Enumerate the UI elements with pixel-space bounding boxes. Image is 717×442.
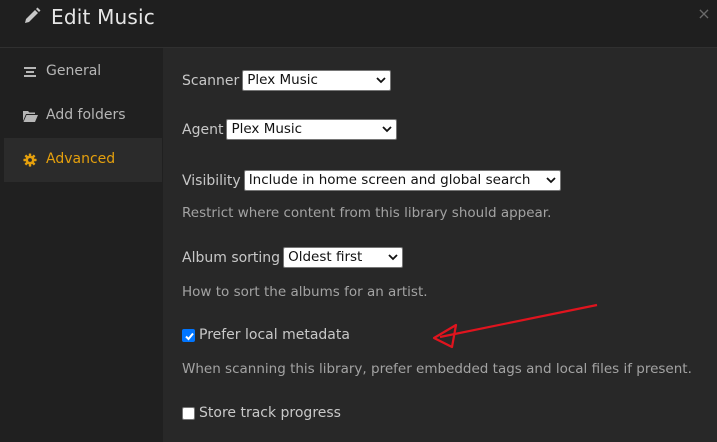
agent-setting: Agent Plex Music xyxy=(182,119,398,140)
agent-label: Agent xyxy=(182,121,224,138)
advanced-settings-panel: Scanner Plex Music Agent Plex Music Visi… xyxy=(163,48,717,442)
album-sorting-help-text: How to sort the albums for an artist. xyxy=(182,284,428,300)
visibility-help-text: Restrict where content from this library… xyxy=(182,205,552,221)
agent-select[interactable]: Plex Music xyxy=(226,119,398,140)
album-sorting-select[interactable]: Oldest first xyxy=(283,247,404,268)
scanner-select[interactable]: Plex Music xyxy=(242,70,392,91)
list-icon xyxy=(24,67,36,77)
dialog-title: Edit Music xyxy=(51,5,155,29)
chevron-down-icon xyxy=(382,126,393,133)
store-track-progress-label[interactable]: Store track progress xyxy=(199,405,341,421)
close-button[interactable]: × xyxy=(696,5,712,23)
pencil-icon xyxy=(25,7,41,23)
album-sorting-select-value: Oldest first xyxy=(288,249,363,265)
chevron-down-icon xyxy=(376,77,386,84)
gear-icon xyxy=(23,153,37,167)
sidebar-item-label: Add folders xyxy=(46,107,126,123)
scanner-setting: Scanner Plex Music xyxy=(182,70,392,91)
visibility-select-value: Include in home screen and global search xyxy=(248,172,531,188)
visibility-label: Visibility xyxy=(182,172,241,189)
store-track-progress-setting: Store track progress xyxy=(182,405,341,421)
scanner-label: Scanner xyxy=(182,72,240,89)
chevron-down-icon xyxy=(388,254,398,261)
store-track-progress-checkbox[interactable] xyxy=(182,406,195,420)
visibility-setting: Visibility Include in home screen and gl… xyxy=(182,170,561,191)
prefer-local-metadata-label[interactable]: Prefer local metadata xyxy=(199,327,350,343)
sidebar-item-label: General xyxy=(46,63,102,79)
folder-icon xyxy=(23,111,38,122)
scanner-select-value: Plex Music xyxy=(247,72,318,88)
chevron-down-icon xyxy=(546,177,556,184)
sidebar-item-advanced[interactable]: Advanced xyxy=(4,138,162,182)
sidebar-item-add-folders[interactable]: Add folders xyxy=(4,94,162,138)
visibility-select[interactable]: Include in home screen and global search xyxy=(243,170,561,191)
sidebar: General Add folders Advanced xyxy=(0,48,163,442)
edit-library-dialog: Edit Music × General Add folders Advance… xyxy=(0,0,717,442)
prefer-local-metadata-help-text: When scanning this library, prefer embed… xyxy=(182,361,692,377)
dialog-header: Edit Music × xyxy=(0,0,717,48)
album-sorting-label: Album sorting xyxy=(182,249,281,266)
sidebar-item-general[interactable]: General xyxy=(4,50,162,94)
sidebar-item-label: Advanced xyxy=(46,151,116,167)
album-sorting-setting: Album sorting Oldest first xyxy=(182,247,404,268)
checkmark-icon xyxy=(185,332,194,340)
prefer-local-metadata-setting: Prefer local metadata xyxy=(182,327,350,343)
prefer-local-metadata-checkbox[interactable] xyxy=(182,328,195,342)
agent-select-value: Plex Music xyxy=(231,121,303,137)
